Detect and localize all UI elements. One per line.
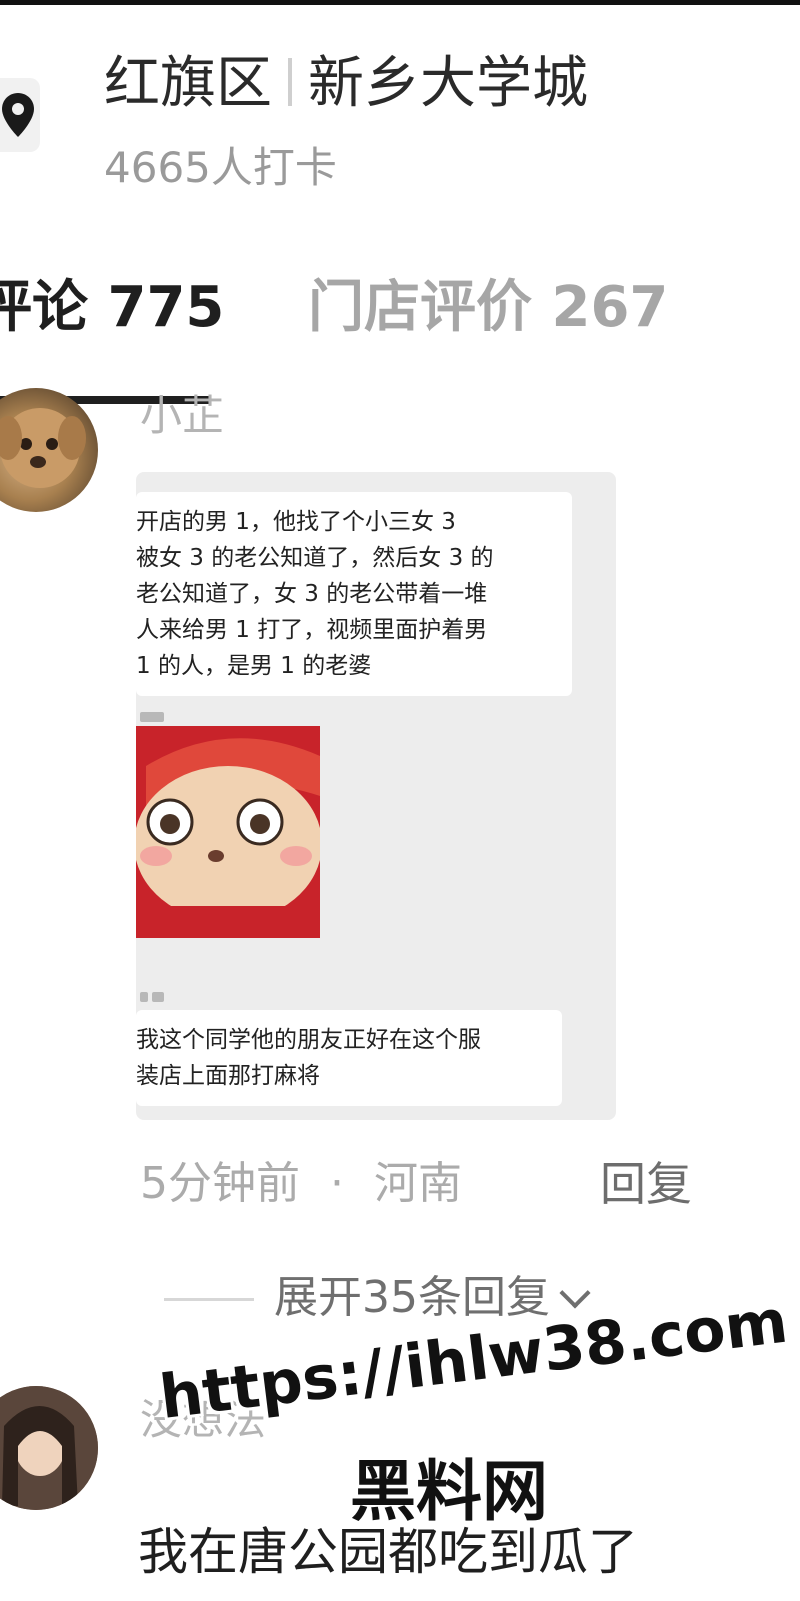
avatar[interactable] xyxy=(0,1386,98,1510)
comment-region: 河南 xyxy=(374,1158,462,1209)
location-pin-icon[interactable] xyxy=(0,78,40,152)
top-edge-bar xyxy=(0,0,800,5)
person-avatar-image xyxy=(0,1386,98,1510)
comment-time: 5分钟前 xyxy=(140,1158,300,1209)
location-pin-glyph xyxy=(2,93,34,137)
tab-comments[interactable]: 评论 775 xyxy=(0,268,224,348)
avatar[interactable] xyxy=(0,388,98,512)
location-district: 红旗区 xyxy=(104,51,272,116)
chat-line: 1 的人，是男 1 的老婆 xyxy=(136,653,372,679)
meta-separator: · xyxy=(330,1158,344,1209)
chat-line: 人来给男 1 打了，视频里面护着男 xyxy=(136,617,488,643)
comment-image-attachment[interactable]: 开店的男 1，他找了个小三女 3 被女 3 的老公知道了，然后女 3 的 老公知… xyxy=(136,472,616,1120)
cartoon-sticker-image xyxy=(136,726,320,938)
chat-line: 我这个同学他的朋友正好在这个服 xyxy=(136,1027,481,1053)
chat-bubble: 开店的男 1，他找了个小三女 3 被女 3 的老公知道了，然后女 3 的 老公知… xyxy=(136,492,572,696)
dog-avatar-image xyxy=(0,408,86,488)
title-divider xyxy=(288,58,292,106)
chat-line: 老公知道了，女 3 的老公带着一堆 xyxy=(136,581,488,607)
tab-bar: 评论 775 门店评价 267 xyxy=(0,268,800,358)
watermark-name: 黑料网 xyxy=(350,1453,548,1530)
location-title[interactable]: 红旗区 新乡大学城 xyxy=(104,48,588,120)
location-place: 新乡大学城 xyxy=(308,51,588,116)
tab-store-reviews[interactable]: 门店评价 267 xyxy=(308,268,668,348)
expand-divider xyxy=(164,1298,254,1301)
sticker-face-drawing xyxy=(136,726,320,938)
chat-line: 装店上面那打麻将 xyxy=(136,1063,320,1089)
chat-line: 开店的男 1，他找了个小三女 3 xyxy=(136,509,456,535)
checkin-count: 4665人打卡 xyxy=(104,143,337,192)
comment-meta: 5分钟前 · 河南 xyxy=(140,1154,462,1214)
sender-name-placeholder xyxy=(152,992,164,1002)
comment-username[interactable]: 小芷 xyxy=(140,388,224,444)
reply-button[interactable]: 回复 xyxy=(600,1154,692,1214)
sender-name-placeholder xyxy=(140,712,164,722)
sender-name-placeholder xyxy=(140,992,148,1002)
chat-bubble: 我这个同学他的朋友正好在这个服 装店上面那打麻将 xyxy=(136,1010,562,1106)
chat-line: 被女 3 的老公知道了，然后女 3 的 xyxy=(136,545,494,571)
chevron-down-icon xyxy=(559,1277,591,1309)
